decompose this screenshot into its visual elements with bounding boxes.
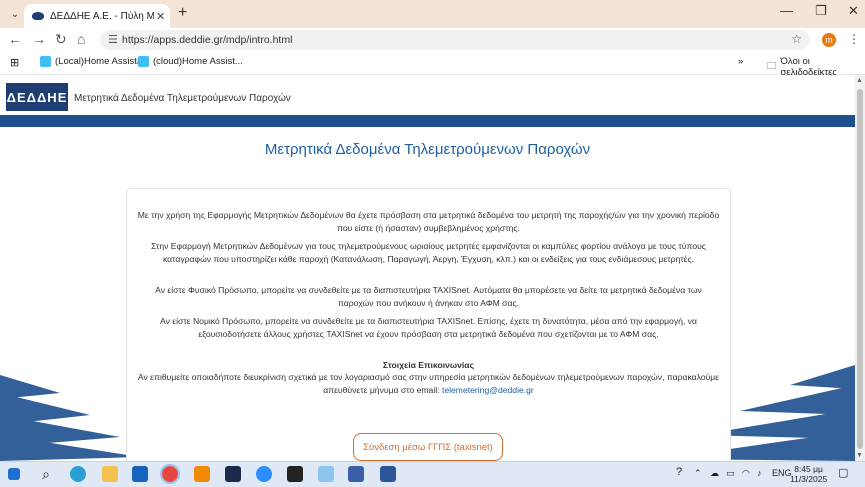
intro-paragraph: Αν είστε Φυσικό Πρόσωπο, μπορείτε να συν… <box>155 285 702 308</box>
bookmark-local-home-assistant[interactable]: (Local)Home Assista... <box>40 56 150 67</box>
taxisnet-login-button[interactable]: Σύνδεση μέσω ΓΓΠΣ (taxisnet) <box>353 433 503 461</box>
tab-search-icon[interactable]: ⌄ <box>6 5 24 23</box>
chrome-icon[interactable] <box>160 464 180 484</box>
minimize-icon[interactable]: — <box>780 3 793 18</box>
page-scrollbar[interactable]: ▲ ▼ <box>855 75 865 461</box>
file-explorer-icon[interactable] <box>102 466 118 482</box>
app-icon[interactable] <box>318 466 334 482</box>
edge-icon[interactable] <box>70 466 86 482</box>
more-bookmarks-icon[interactable]: » <box>738 56 743 67</box>
profile-avatar[interactable]: m <box>822 33 836 47</box>
deddie-logo[interactable]: ΔΕΔΔΗΕ <box>6 83 68 111</box>
bookmark-label: (Local)Home Assista... <box>55 56 151 67</box>
bookmark-star-icon[interactable]: ☆ <box>791 32 802 46</box>
home-icon[interactable]: ⌂ <box>77 31 85 47</box>
clock-date: 11/3/2025 <box>790 474 828 484</box>
url-text: https://apps.deddie.gr/mdp/intro.html <box>122 34 293 46</box>
intro-paragraph: Με την χρήση της Εφαρμογής Μετρητικών Δε… <box>137 210 720 233</box>
tab-strip: ⌄ ΔΕΔΔΗΕ Α.Ε. - Πύλη Μετρητικώ ✕ + — ❐ ✕ <box>0 0 865 28</box>
help-icon[interactable]: ? <box>676 466 682 478</box>
chevron-up-icon[interactable]: ⌃ <box>694 468 702 479</box>
outlook-icon[interactable] <box>132 466 148 482</box>
bookmarks-bar: ⊞ (Local)Home Assista... (cloud)Home Ass… <box>0 52 865 78</box>
reload-icon[interactable]: ↻ <box>55 31 67 48</box>
word-icon[interactable] <box>380 466 396 482</box>
menu-icon[interactable]: ⋮ <box>848 32 860 46</box>
forward-icon[interactable]: → <box>32 31 46 47</box>
site-info-icon[interactable]: ☰ <box>108 33 118 46</box>
battery-icon[interactable]: ▭ <box>726 468 735 479</box>
app-icon[interactable] <box>225 466 241 482</box>
back-icon[interactable]: ← <box>8 31 22 47</box>
folder-icon: 🗀 <box>767 61 777 72</box>
tab-title: ΔΕΔΔΗΕ Α.Ε. - Πύλη Μετρητικώ <box>50 10 154 22</box>
language-indicator[interactable]: ENG <box>772 468 792 478</box>
apps-grid-icon[interactable]: ⊞ <box>10 56 19 69</box>
intro-card: Με την χρήση της Εφαρμογής Μετρητικών Δε… <box>126 188 731 461</box>
close-window-icon[interactable]: ✕ <box>848 3 859 19</box>
notifications-icon[interactable]: ▢ <box>838 466 848 479</box>
wifi-icon[interactable]: ◠ <box>742 468 750 479</box>
scrollbar-thumb[interactable] <box>857 89 863 449</box>
bookmark-label: (cloud)Home Assist... <box>153 56 243 67</box>
store-icon[interactable] <box>348 466 364 482</box>
scroll-down-icon[interactable]: ▼ <box>856 452 863 459</box>
favicon-icon <box>32 12 44 20</box>
browser-toolbar: ← → ↻ ⌂ ☰ https://apps.deddie.gr/mdp/int… <box>0 28 865 52</box>
page-content: ΔΕΔΔΗΕ Μετρητικά Δεδομένα Τηλεμετρούμενω… <box>0 75 855 461</box>
cloud-icon[interactable]: ☁ <box>710 468 719 479</box>
vlc-icon[interactable] <box>194 466 210 482</box>
clock-time: 8:45 μμ <box>794 464 823 474</box>
intro-paragraph: Στην Εφαρμογή Μετρητικών Δεδομένων για τ… <box>151 241 706 264</box>
bookmark-cloud-home-assistant[interactable]: (cloud)Home Assist... <box>138 56 243 67</box>
zoom-icon[interactable] <box>256 466 272 482</box>
notion-icon[interactable] <box>287 466 303 482</box>
restore-icon[interactable]: ❐ <box>815 3 827 19</box>
system-clock[interactable]: 8:45 μμ 11/3/2025 <box>790 464 827 484</box>
page-heading: Μετρητικά Δεδομένα Τηλεμετρούμενων Παροχ… <box>264 141 591 158</box>
contact-title: Στοιχεία Επικοινωνίας <box>382 360 475 370</box>
new-tab-icon[interactable]: + <box>178 4 187 22</box>
browser-tab[interactable]: ΔΕΔΔΗΕ Α.Ε. - Πύλη Μετρητικώ ✕ <box>24 4 170 28</box>
scroll-up-icon[interactable]: ▲ <box>856 77 863 84</box>
close-tab-icon[interactable]: ✕ <box>156 10 165 23</box>
windows-taskbar: ⌕ ? ⌃ ☁ ▭ ◠ ♪ ENG 8:45 μμ 11/3/2025 ▢ <box>0 461 865 487</box>
site-title: Μετρητικά Δεδομένα Τηλεμετρούμενων Παροχ… <box>74 93 291 104</box>
intro-paragraph: Αν είστε Νομικό Πρόσωπο, μπορείτε να συν… <box>160 316 697 339</box>
contact-email-link[interactable]: telemetering@deddie.gr <box>442 385 534 395</box>
contact-text: Αν επιθυμείτε οποιαδήποτε διευκρίνιση σχ… <box>137 371 720 396</box>
start-icon[interactable] <box>8 468 20 480</box>
home-assistant-icon <box>138 56 149 67</box>
contact-description: Αν επιθυμείτε οποιαδήποτε διευκρίνιση σχ… <box>137 372 720 395</box>
volume-icon[interactable]: ♪ <box>757 468 762 478</box>
address-bar[interactable]: ☰ https://apps.deddie.gr/mdp/intro.html … <box>100 30 810 50</box>
header-bar <box>0 115 855 127</box>
home-assistant-icon <box>40 56 51 67</box>
search-icon[interactable]: ⌕ <box>38 466 54 482</box>
